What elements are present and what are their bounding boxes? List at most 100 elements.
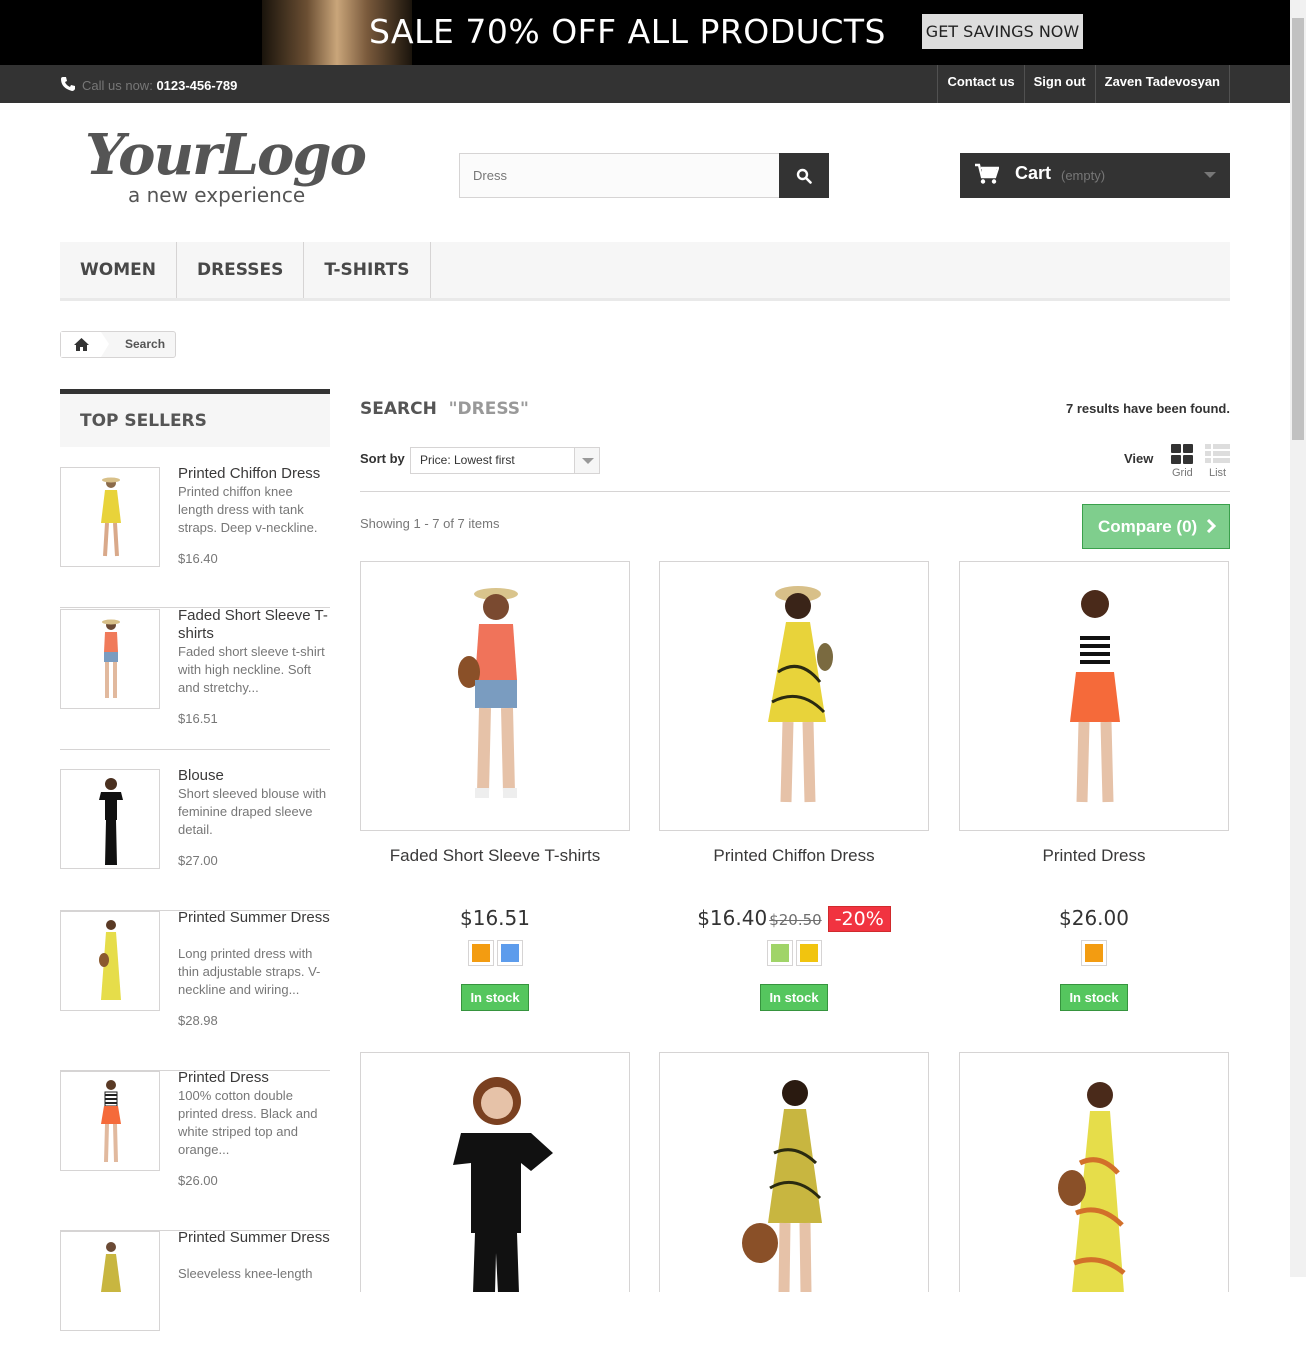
top-sellers-block: TOP SELLERS Printed Chiffon Dress Printe… xyxy=(60,389,330,1331)
top-seller-desc: Long printed dress with thin adjustable … xyxy=(178,946,321,997)
product-image[interactable] xyxy=(360,1052,630,1292)
top-seller-image[interactable] xyxy=(60,467,160,567)
availability: In stock xyxy=(659,984,929,1011)
search-icon xyxy=(796,168,812,184)
old-price: $20.50 xyxy=(769,911,822,929)
sort-value: Price: Lowest first xyxy=(420,453,515,467)
product-name[interactable]: Printed Dress xyxy=(959,846,1229,866)
top-bar: Call us now: 0123-456-789 Contact us Sig… xyxy=(0,65,1290,103)
top-seller-name[interactable]: Printed Dress xyxy=(178,1069,330,1087)
product-image[interactable] xyxy=(659,561,929,831)
top-seller-item[interactable]: Printed Summer Dress Sleeveless knee-len… xyxy=(60,1229,330,1372)
breadcrumb-home[interactable] xyxy=(61,332,101,357)
product-price: $26.00 xyxy=(959,906,1229,930)
results-count: 7 results have been found. xyxy=(1066,401,1230,416)
grid-label[interactable]: Grid xyxy=(1172,467,1193,479)
list-view-icon[interactable] xyxy=(1205,444,1230,464)
compare-button[interactable]: Compare (0) xyxy=(1082,504,1230,549)
top-seller-name[interactable]: Blouse xyxy=(178,767,330,785)
account-link[interactable]: Zaven Tadevosyan xyxy=(1094,65,1230,103)
top-seller-price: $26.00 xyxy=(178,1173,218,1188)
top-seller-name[interactable]: Faded Short Sleeve T-shirts xyxy=(178,607,330,643)
availability: In stock xyxy=(959,984,1229,1011)
color-swatch[interactable] xyxy=(766,940,793,966)
scrollbar-thumb[interactable] xyxy=(1292,18,1304,440)
home-icon xyxy=(73,338,89,351)
top-seller-name[interactable]: Printed Chiffon Dress xyxy=(178,465,330,483)
product-name[interactable]: Printed Chiffon Dress xyxy=(659,846,929,866)
top-seller-image[interactable] xyxy=(60,911,160,1011)
top-seller-item[interactable]: Faded Short Sleeve T-shirts Faded short … xyxy=(60,607,330,750)
phone-number: 0123-456-789 xyxy=(156,78,238,93)
color-swatches xyxy=(659,940,929,966)
color-swatches xyxy=(360,940,630,966)
top-seller-price: $27.00 xyxy=(178,853,218,868)
divider xyxy=(360,491,1230,492)
scrollbar[interactable] xyxy=(1290,0,1306,1277)
cart-button[interactable]: Cart (empty) xyxy=(960,153,1230,198)
breadcrumb: Search xyxy=(60,331,176,358)
product-image[interactable] xyxy=(360,561,630,831)
top-seller-image[interactable] xyxy=(60,609,160,709)
top-seller-desc: 100% cotton double printed dress. Black … xyxy=(178,1088,318,1157)
product-image[interactable] xyxy=(959,1052,1229,1292)
color-swatch[interactable] xyxy=(496,940,523,966)
search-query: "DRESS" xyxy=(448,399,529,419)
search-button[interactable] xyxy=(779,153,829,198)
top-seller-desc: Printed chiffon knee length dress with t… xyxy=(178,484,318,535)
top-seller-desc: Short sleeved blouse with feminine drape… xyxy=(178,786,327,837)
logo-tagline: a new experience xyxy=(128,183,306,207)
sort-select[interactable]: Price: Lowest first xyxy=(410,447,600,474)
grid-view-icon[interactable] xyxy=(1171,444,1193,464)
top-seller-desc: Sleeveless knee-length xyxy=(178,1266,313,1281)
search-input[interactable] xyxy=(459,153,779,198)
product-price: $16.51 xyxy=(360,906,630,930)
color-swatch[interactable] xyxy=(467,940,494,966)
color-swatch[interactable] xyxy=(1081,940,1107,966)
banner-title: SALE 70% OFF ALL PRODUCTS xyxy=(369,12,886,51)
title-word: SEARCH xyxy=(360,399,437,419)
list-label[interactable]: List xyxy=(1209,467,1226,479)
cart-label: Cart xyxy=(1015,163,1052,183)
top-seller-item[interactable]: Printed Chiffon Dress Printed chiffon kn… xyxy=(60,465,330,608)
in-stock-badge: In stock xyxy=(760,984,828,1011)
color-swatch[interactable] xyxy=(795,940,822,966)
breadcrumb-separator xyxy=(101,332,109,357)
site-logo[interactable]: YourLogo a new experience xyxy=(85,125,375,210)
product-price: $16.40 $20.50 -20% xyxy=(659,906,929,932)
top-seller-item[interactable]: Printed Summer Dress Long printed dress … xyxy=(60,909,330,1071)
menu-dresses[interactable]: DRESSES xyxy=(177,242,305,298)
get-savings-button[interactable]: GET SAVINGS NOW xyxy=(922,14,1083,49)
product-name[interactable]: Faded Short Sleeve T-shirts xyxy=(360,846,630,866)
top-seller-price: $16.51 xyxy=(178,711,218,726)
discount-badge: -20% xyxy=(827,906,891,932)
top-seller-price: $16.40 xyxy=(178,551,218,566)
sign-out-link[interactable]: Sign out xyxy=(1023,65,1095,103)
call-label: Call us now: xyxy=(82,78,153,93)
top-seller-item[interactable]: Blouse Short sleeved blouse with feminin… xyxy=(60,767,330,911)
menu-tshirts[interactable]: T-SHIRTS xyxy=(304,242,431,298)
top-seller-item[interactable]: Printed Dress 100% cotton double printed… xyxy=(60,1069,330,1231)
availability: In stock xyxy=(360,984,630,1011)
product-image[interactable] xyxy=(659,1052,929,1292)
top-seller-name[interactable]: Printed Summer Dress xyxy=(178,1229,330,1247)
product-image[interactable] xyxy=(959,561,1229,831)
top-seller-image[interactable] xyxy=(60,1071,160,1171)
user-nav: Contact us Sign out Zaven Tadevosyan xyxy=(937,65,1230,103)
in-stock-badge: In stock xyxy=(461,984,529,1011)
logo-word: YourLogo xyxy=(85,122,367,188)
promo-banner[interactable]: SALE 70% OFF ALL PRODUCTS GET SAVINGS NO… xyxy=(0,0,1290,65)
top-sellers-title: TOP SELLERS xyxy=(60,389,330,447)
compare-label: Compare (0) xyxy=(1098,517,1198,536)
top-seller-image[interactable] xyxy=(60,769,160,869)
cart-dropdown-icon xyxy=(1204,172,1216,178)
top-seller-name[interactable]: Printed Summer Dress xyxy=(178,909,330,927)
cart-status: (empty) xyxy=(1061,168,1106,183)
main-menu: WOMEN DRESSES T-SHIRTS xyxy=(60,242,1230,301)
contact-us-link[interactable]: Contact us xyxy=(937,65,1023,103)
search-form xyxy=(459,153,829,198)
menu-women[interactable]: WOMEN xyxy=(60,242,177,298)
color-swatches xyxy=(959,940,1229,966)
price-value: $16.40 xyxy=(697,906,768,930)
top-seller-image[interactable] xyxy=(60,1231,160,1331)
